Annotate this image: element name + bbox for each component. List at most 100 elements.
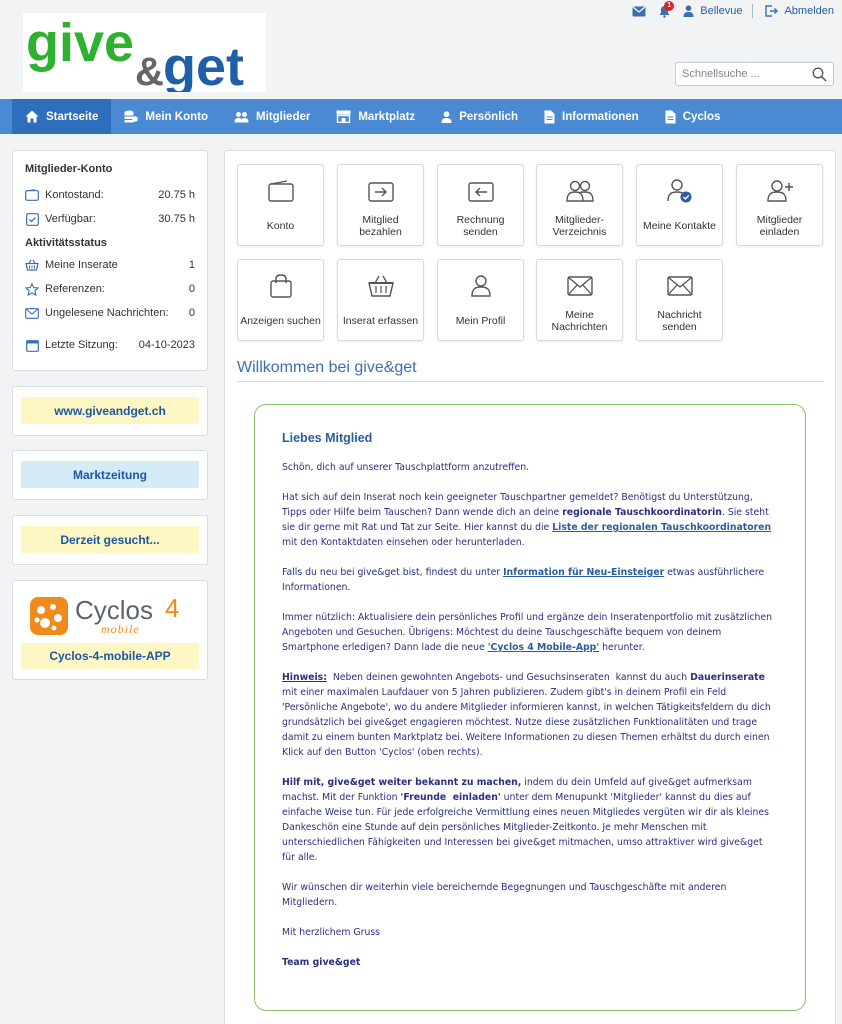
tile-mitglied-bezahlen[interactable]: Mitglied bezahlen [337,164,424,246]
gesucht-link[interactable]: Derzeit gesucht... [21,526,199,553]
tile-mein-profil[interactable]: Mein Profil [437,259,524,341]
site-logo[interactable]: give & get [23,13,266,92]
message-paragraph: Immer nützlich: Aktualisiere dein persön… [282,612,773,653]
message-signature: Team give&get [282,957,361,968]
nav-mitglieder[interactable]: Mitglieder [221,99,323,134]
greeting: Liebes Mitglied [282,431,373,445]
nav-informationen[interactable]: Informationen [531,99,652,134]
notifications-link[interactable]: 1 [658,0,675,18]
home-icon [25,110,39,123]
nav-cyclos[interactable]: Cyclos [652,99,734,134]
tile-meine-nachrichten[interactable]: Meine Nachrichten [536,259,623,341]
logout-link[interactable]: Abmelden [765,5,834,17]
references-label: Referenzen: [45,283,105,295]
coins-icon [124,110,139,123]
search-input[interactable] [676,68,806,80]
envelope-icon [566,276,593,296]
person-icon [441,110,452,123]
message-paragraph: Wir wünschen dir weiterhin viele bereich… [282,882,727,908]
logout-label: Abmelden [784,5,834,17]
website-link[interactable]: www.giveandget.ch [21,397,199,424]
tile-label: Mitglieder-Verzeichnis [552,214,607,238]
calendar-icon [25,339,39,352]
cyclos-app-link-inline[interactable]: 'Cyclos 4 Mobile-App' [488,642,599,653]
basket-icon [367,275,394,297]
last-session-value: 04-10-2023 [138,339,195,351]
document-icon [665,110,676,123]
tile-label: Mein Profil [455,315,506,327]
tile-label: Anzeigen suchen [240,315,321,327]
message-paragraph: Schön, dich auf unserer Tauschplattform … [282,462,530,473]
user-name: Bellevue [700,5,743,17]
contact-check-icon [666,179,691,203]
my-ads-label: Meine Inserate [45,259,118,271]
my-ads-row[interactable]: Meine Inserate 1 [25,253,195,277]
tile-label: Konto [266,220,295,232]
person-icon [683,5,694,17]
tile-inserat-erfassen[interactable]: Inserat erfassen [337,259,424,341]
cyclos-logo-icon [30,597,68,635]
balance-label: Kontostand: [45,189,104,201]
available-value: 30.75 h [158,213,195,225]
account-summary-card: Mitglieder-Konto Kontostand: 20.75 h Ver… [12,150,208,371]
users-icon [565,180,594,202]
logout-icon [765,5,779,17]
unread-messages-row[interactable]: Ungelesene Nachrichten: 0 [25,301,195,325]
logo-text-give: give [26,13,134,73]
tile-label: Inserat erfassen [342,315,419,327]
search-icon[interactable] [812,67,827,82]
balance-row[interactable]: Kontostand: 20.75 h [25,183,195,207]
references-row[interactable]: Referenzen: 0 [25,277,195,301]
cyclos-app-link[interactable]: Cyclos-4-mobile-APP [21,643,199,669]
tile-label: Rechnung senden [456,214,505,238]
cyclos-logo-num: 4 [165,593,180,623]
quick-search [675,62,834,86]
tile-konto[interactable]: Konto [237,164,324,246]
wallet-icon [25,189,39,201]
users-icon [234,111,249,122]
divider [752,4,754,18]
marktzeitung-link[interactable]: Marktzeitung [21,461,199,488]
newcomer-info-link[interactable]: Information für Neu-Einsteiger [503,567,664,578]
nav-label: Mein Konto [145,110,209,123]
store-icon [336,110,351,123]
tile-rechnung-senden[interactable]: Rechnung senden [437,164,524,246]
top-user-bar: 1 Bellevue Abmelden [620,0,834,20]
last-session-label: Letzte Sitzung: [45,339,118,351]
nav-mein-konto[interactable]: Mein Konto [111,99,221,134]
unread-messages-label: Ungelesene Nachrichten: [45,307,169,319]
logo-text-get: get [163,37,244,92]
cyclos-app-card[interactable]: Cyclos 4 mobile Cyclos-4-mobile-APP [12,580,208,680]
main-content: Konto Mitglied bezahlen Rechnung senden … [224,150,836,1024]
messages-link[interactable] [632,6,646,17]
nav-label: Cyclos [682,110,721,123]
available-row[interactable]: Verfügbar: 30.75 h [25,207,195,231]
tile-mitglieder-verzeichnis[interactable]: Mitglieder-Verzeichnis [536,164,623,246]
gesucht-banner-card: Derzeit gesucht... [12,515,208,565]
tile-mitglieder-einladen[interactable]: Mitglieder einladen [736,164,823,246]
wallet-icon [267,180,294,202]
account-title: Mitglieder-Konto [25,163,113,175]
welcome-message-box: Liebes Mitglied Schön, dich auf unserer … [254,404,806,1011]
references-value: 0 [188,283,195,295]
cyclos-logo: Cyclos 4 mobile [21,593,199,639]
nav-startseite[interactable]: Startseite [12,99,112,134]
marktzeitung-banner-card: Marktzeitung [12,450,208,500]
activity-title: Aktivitätsstatus [25,237,107,249]
website-banner-card: www.giveandget.ch [12,386,208,436]
coordinators-list-link[interactable]: Liste der regionalen Tauschkoordinatoren [552,522,771,533]
nav-persoenlich[interactable]: Persönlich [428,99,531,134]
main-navigation: Startseite Mein Konto Mitglieder Marktpl… [0,99,842,134]
user-plus-icon [766,180,793,202]
tile-nachricht-senden[interactable]: Nachricht senden [636,259,723,341]
nav-marktplatz[interactable]: Marktplatz [323,99,428,134]
envelope-icon [25,307,39,319]
tile-label: Mitglied bezahlen [359,214,402,238]
message-paragraph: Hinweis: Neben deinen gewohnten Angebots… [282,672,771,758]
nav-label: Marktplatz [358,110,416,123]
user-profile-link[interactable]: Bellevue [683,5,742,17]
nav-label: Persönlich [459,110,519,123]
tile-meine-kontakte[interactable]: Meine Kontakte [636,164,723,246]
balance-value: 20.75 h [158,189,195,201]
tile-anzeigen-suchen[interactable]: Anzeigen suchen [237,259,324,341]
